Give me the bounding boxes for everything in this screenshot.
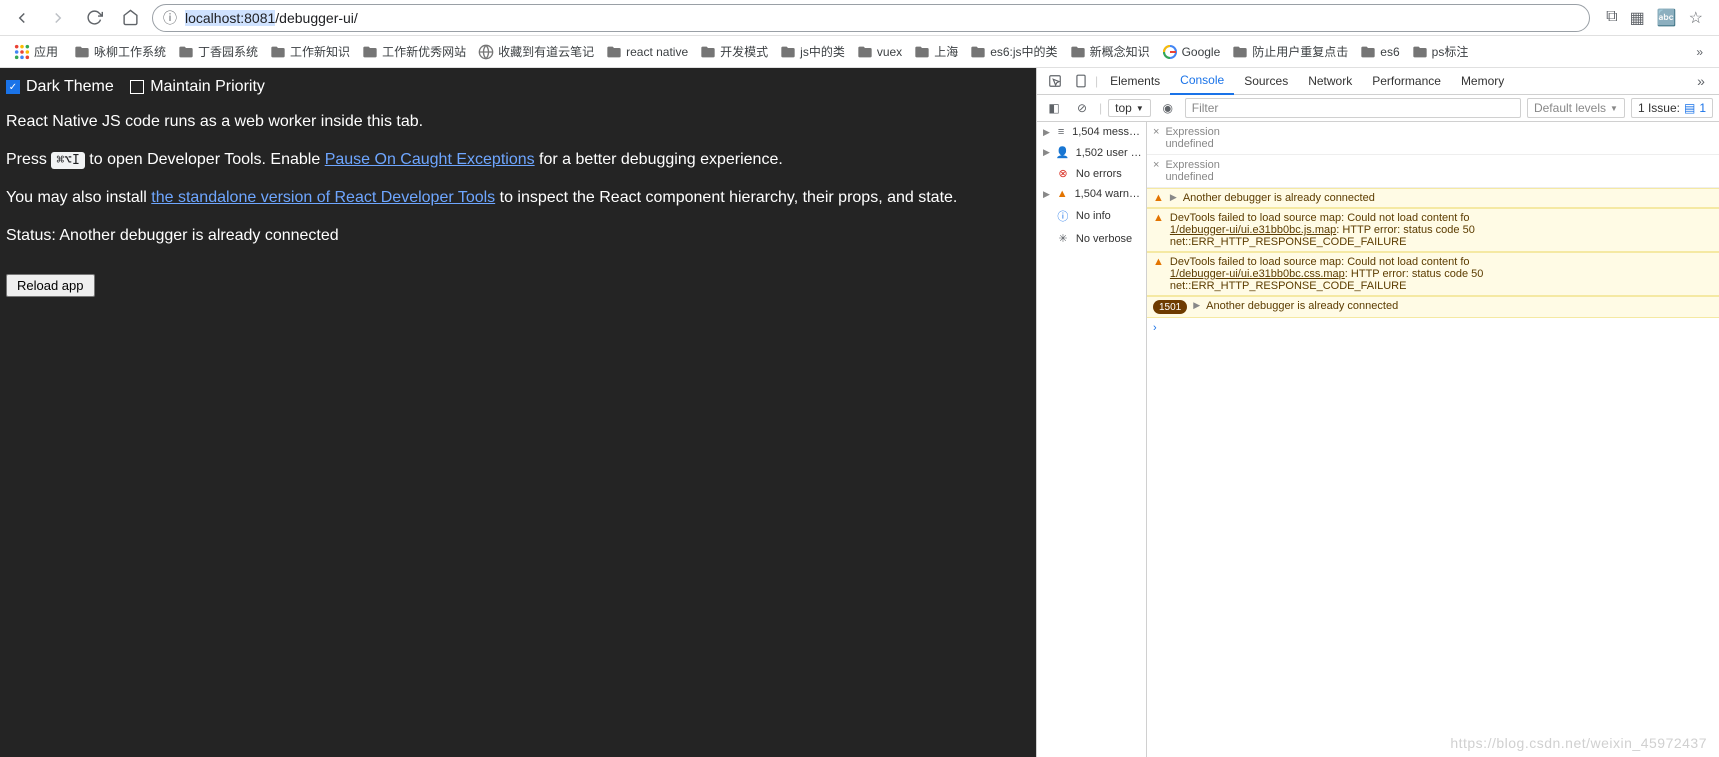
home-button[interactable] bbox=[116, 4, 144, 32]
site-info-icon[interactable]: ⓘ bbox=[163, 8, 177, 28]
bookmark-item[interactable]: es6:js中的类 bbox=[964, 39, 1063, 64]
bookmarks-overflow[interactable]: » bbox=[1688, 45, 1711, 59]
checkbox-unchecked-icon bbox=[130, 80, 144, 94]
pause-exceptions-link[interactable]: Pause On Caught Exceptions bbox=[325, 151, 535, 168]
options-row: ✓Dark Theme Maintain Priority bbox=[6, 78, 1030, 96]
bookmark-item[interactable]: 收藏到有道云笔记 bbox=[472, 39, 600, 64]
repeat-count-badge: 1501 bbox=[1153, 300, 1187, 314]
qr-icon[interactable]: ▦ bbox=[1630, 8, 1645, 28]
devtools-tabs: | ElementsConsoleSourcesNetworkPerforman… bbox=[1037, 68, 1719, 95]
warning-icon: ▲ bbox=[1153, 256, 1164, 268]
extension-icons: ⧉ ▦ 🔤 ☆ bbox=[1598, 8, 1711, 28]
info-line-2: Press ⌘⌥I to open Developer Tools. Enabl… bbox=[6, 148, 1030, 172]
close-icon[interactable]: × bbox=[1153, 159, 1159, 183]
sidebar-messages[interactable]: ▶≡1,504 mess… bbox=[1037, 122, 1146, 142]
tabs-overflow-icon[interactable]: » bbox=[1689, 73, 1713, 89]
sidebar-info[interactable]: ▶ⓘNo info bbox=[1037, 204, 1146, 228]
context-selector[interactable]: top▼ bbox=[1108, 99, 1151, 117]
inspect-icon[interactable] bbox=[1043, 74, 1067, 88]
console-toolbar: ◧ ⊘ | top▼ ◉ Filter Default levels▼ 1 Is… bbox=[1037, 95, 1719, 122]
user-icon: 👤 bbox=[1056, 146, 1070, 159]
forward-button[interactable] bbox=[44, 4, 72, 32]
close-icon[interactable]: × bbox=[1153, 126, 1159, 150]
sidebar-errors[interactable]: ▶⊗No errors bbox=[1037, 163, 1146, 184]
console-warning-row: 1501 ▶ Another debugger is already conne… bbox=[1147, 296, 1719, 318]
keyboard-shortcut: ⌘⌥I bbox=[51, 152, 84, 169]
sidebar-verbose[interactable]: ▶✳No verbose bbox=[1037, 228, 1146, 249]
bookmark-item[interactable]: react native bbox=[600, 39, 694, 64]
sourcemap-link[interactable]: 1/debugger-ui/ui.e31bb0bc.js.map bbox=[1170, 224, 1336, 236]
bookmark-item[interactable]: 防止用户重复点击 bbox=[1226, 39, 1354, 64]
console-prompt[interactable]: › bbox=[1147, 318, 1719, 338]
bookmark-item[interactable]: 开发模式 bbox=[694, 39, 774, 64]
translate-icon[interactable]: 🔤 bbox=[1657, 8, 1677, 28]
bookmark-item[interactable]: 工作新知识 bbox=[264, 39, 356, 64]
console-filter-input[interactable]: Filter bbox=[1185, 98, 1521, 118]
sidebar-toggle-icon[interactable]: ◧ bbox=[1043, 101, 1065, 115]
status-line: Status: Another debugger is already conn… bbox=[6, 224, 1030, 248]
sidebar-warnings[interactable]: ▶▲1,504 warn… bbox=[1037, 184, 1146, 204]
apps-icon bbox=[14, 44, 30, 60]
devtools-tab-memory[interactable]: Memory bbox=[1451, 68, 1514, 95]
live-expression-row: × Expressionundefined bbox=[1147, 155, 1719, 188]
warning-icon: ▲ bbox=[1153, 212, 1164, 224]
bookmarks-bar: 应用 咏柳工作系统丁香园系统工作新知识工作新优秀网站收藏到有道云笔记react … bbox=[0, 36, 1719, 68]
console-warning-row: ▲ ▶ Another debugger is already connecte… bbox=[1147, 188, 1719, 208]
devtools-tab-console[interactable]: Console bbox=[1170, 68, 1234, 95]
device-icon[interactable]: ⧉ bbox=[1606, 8, 1617, 28]
url-bar[interactable]: ⓘ localhost:8081/debugger-ui/ bbox=[152, 4, 1590, 32]
sidebar-user[interactable]: ▶👤1,502 user … bbox=[1037, 142, 1146, 163]
url-text: localhost:8081/debugger-ui/ bbox=[185, 10, 358, 26]
bookmark-item[interactable]: 新概念知识 bbox=[1064, 39, 1156, 64]
sourcemap-link[interactable]: 1/debugger-ui/ui.e31bb0bc.css.map bbox=[1170, 268, 1345, 280]
console-output: × Expressionundefined × Expressionundefi… bbox=[1147, 122, 1719, 757]
browser-toolbar: ⓘ localhost:8081/debugger-ui/ ⧉ ▦ 🔤 ☆ bbox=[0, 0, 1719, 36]
main-area: ✓Dark Theme Maintain Priority React Nati… bbox=[0, 68, 1719, 757]
bookmark-item[interactable]: 咏柳工作系统 bbox=[68, 39, 172, 64]
star-icon[interactable]: ☆ bbox=[1689, 8, 1703, 28]
back-button[interactable] bbox=[8, 4, 36, 32]
bookmark-item[interactable]: 丁香园系统 bbox=[172, 39, 264, 64]
error-icon: ⊗ bbox=[1056, 167, 1070, 180]
live-expression-row: × Expressionundefined bbox=[1147, 122, 1719, 155]
devtools-panel: | ElementsConsoleSourcesNetworkPerforman… bbox=[1036, 68, 1719, 757]
bookmark-item[interactable]: 工作新优秀网站 bbox=[356, 39, 472, 64]
checkbox-checked-icon: ✓ bbox=[6, 80, 20, 94]
maintain-priority-toggle[interactable]: Maintain Priority bbox=[130, 78, 265, 96]
bookmark-item[interactable]: Google bbox=[1156, 39, 1227, 64]
live-expression-icon[interactable]: ◉ bbox=[1157, 101, 1179, 115]
console-sidebar: ▶≡1,504 mess… ▶👤1,502 user … ▶⊗No errors… bbox=[1037, 122, 1147, 757]
info-line-3: You may also install the standalone vers… bbox=[6, 186, 1030, 210]
apps-shortcut[interactable]: 应用 bbox=[8, 39, 64, 64]
devtools-tab-network[interactable]: Network bbox=[1298, 68, 1362, 95]
bookmark-item[interactable]: ps标注 bbox=[1406, 39, 1475, 64]
bookmark-item[interactable]: 上海 bbox=[908, 39, 964, 64]
log-levels-selector[interactable]: Default levels▼ bbox=[1527, 98, 1625, 118]
devtools-tab-performance[interactable]: Performance bbox=[1362, 68, 1451, 95]
devtools-tab-sources[interactable]: Sources bbox=[1234, 68, 1298, 95]
messages-icon: ≡ bbox=[1056, 126, 1066, 138]
info-line-1: React Native JS code runs as a web worke… bbox=[6, 110, 1030, 134]
device-toggle-icon[interactable] bbox=[1069, 74, 1093, 88]
bookmark-item[interactable]: vuex bbox=[851, 39, 908, 64]
bookmark-item[interactable]: js中的类 bbox=[774, 39, 851, 64]
verbose-icon: ✳ bbox=[1056, 232, 1070, 245]
dark-theme-toggle[interactable]: ✓Dark Theme bbox=[6, 78, 114, 96]
apps-label: 应用 bbox=[34, 43, 58, 60]
clear-console-icon[interactable]: ⊘ bbox=[1071, 101, 1093, 115]
warning-icon: ▲ bbox=[1153, 192, 1164, 204]
reload-app-button[interactable]: Reload app bbox=[6, 274, 95, 297]
devtools-tab-elements[interactable]: Elements bbox=[1100, 68, 1170, 95]
console-warning-row: ▲ DevTools failed to load source map: Co… bbox=[1147, 208, 1719, 252]
warning-icon: ▲ bbox=[1056, 188, 1069, 200]
reload-button[interactable] bbox=[80, 4, 108, 32]
page-content: ✓Dark Theme Maintain Priority React Nati… bbox=[0, 68, 1036, 757]
info-icon: ⓘ bbox=[1056, 208, 1070, 224]
issues-badge[interactable]: 1 Issue:▤1 bbox=[1631, 98, 1713, 118]
devtools-body: ▶≡1,504 mess… ▶👤1,502 user … ▶⊗No errors… bbox=[1037, 122, 1719, 757]
standalone-devtools-link[interactable]: the standalone version of React Develope… bbox=[151, 189, 495, 206]
bookmark-item[interactable]: es6 bbox=[1354, 39, 1405, 64]
console-warning-row: ▲ DevTools failed to load source map: Co… bbox=[1147, 252, 1719, 296]
